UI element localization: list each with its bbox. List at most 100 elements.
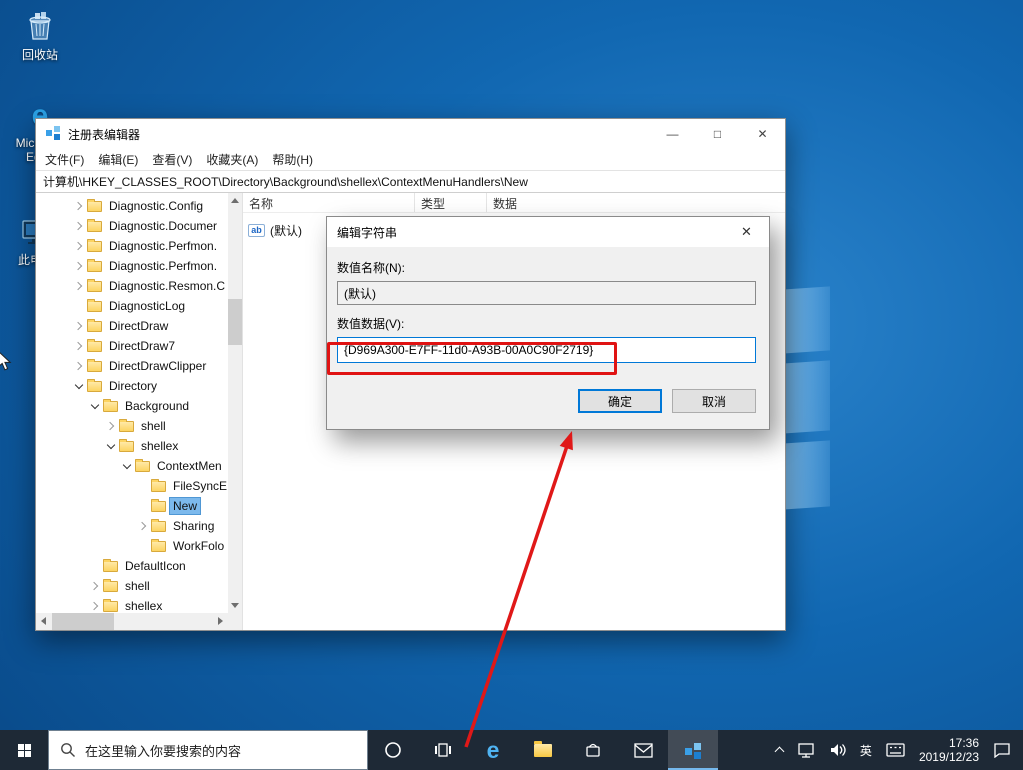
tree-node-label[interactable]: Diagnostic.Perfmon. xyxy=(106,258,220,274)
tree-node-label[interactable]: DirectDraw xyxy=(106,318,171,334)
tree-node[interactable]: DiagnosticLog xyxy=(36,296,228,316)
tree-node[interactable]: DirectDraw xyxy=(36,316,228,336)
taskbar-task-view-button[interactable] xyxy=(418,730,468,770)
tree-node[interactable]: shellex xyxy=(36,436,228,456)
tree-node-label[interactable]: Diagnostic.Resmon.C xyxy=(106,278,228,294)
scroll-up-icon[interactable] xyxy=(231,198,239,203)
address-bar[interactable]: 计算机\HKEY_CLASSES_ROOT\Directory\Backgrou… xyxy=(36,170,785,193)
value-name-field[interactable] xyxy=(337,281,756,305)
chevron-down-icon[interactable] xyxy=(91,400,99,408)
scroll-down-icon[interactable] xyxy=(231,603,239,608)
volume-icon[interactable] xyxy=(829,742,846,758)
tree-vertical-scrollbar[interactable] xyxy=(228,193,242,613)
maximize-button[interactable]: □ xyxy=(695,119,740,149)
chevron-right-icon[interactable] xyxy=(74,342,82,350)
network-icon[interactable] xyxy=(797,742,815,758)
tree-node-label[interactable]: shell xyxy=(122,578,153,594)
tree-node-label[interactable]: Directory xyxy=(106,378,160,394)
taskbar-edge-button[interactable]: e xyxy=(468,730,518,770)
close-button[interactable]: ✕ xyxy=(740,119,785,149)
tree-horizontal-scrollbar[interactable] xyxy=(36,613,228,630)
value-data-field[interactable] xyxy=(337,337,756,363)
chevron-down-icon[interactable] xyxy=(107,440,115,448)
tree-node[interactable]: shell xyxy=(36,416,228,436)
tree-node-label[interactable]: Diagnostic.Documer xyxy=(106,218,220,234)
cancel-button[interactable]: 取消 xyxy=(672,389,756,413)
tree-node[interactable]: Diagnostic.Perfmon. xyxy=(36,256,228,276)
dialog-title-bar[interactable]: 编辑字符串 ✕ xyxy=(327,217,769,247)
tree-node[interactable]: Diagnostic.Documer xyxy=(36,216,228,236)
scroll-right-icon[interactable] xyxy=(218,617,223,625)
taskbar-file-explorer-button[interactable] xyxy=(518,730,568,770)
tree-node-label[interactable]: Sharing xyxy=(170,518,217,534)
horizontal-scroll-thumb[interactable] xyxy=(52,613,114,630)
tree-node[interactable]: Sharing xyxy=(36,516,228,536)
tree-node-label[interactable]: shellex xyxy=(122,598,165,614)
touch-keyboard-icon[interactable] xyxy=(886,743,905,757)
tree-node-label[interactable]: New xyxy=(170,498,200,514)
chevron-right-icon[interactable] xyxy=(90,582,98,590)
column-header[interactable]: 类型 xyxy=(415,193,487,212)
tree-node[interactable]: Background xyxy=(36,396,228,416)
tree-node-label[interactable]: Diagnostic.Perfmon. xyxy=(106,238,220,254)
chevron-right-icon[interactable] xyxy=(74,282,82,290)
tree-node-label[interactable]: ContextMen xyxy=(154,458,225,474)
tree-node-label[interactable]: shell xyxy=(138,418,169,434)
taskbar-clock[interactable]: 17:36 2019/12/23 xyxy=(919,736,979,764)
tree-node[interactable]: DirectDrawClipper xyxy=(36,356,228,376)
tree-node[interactable]: WorkFolo xyxy=(36,536,228,556)
menu-item[interactable]: 帮助(H) xyxy=(265,149,320,170)
tree-node-label[interactable]: Background xyxy=(122,398,192,414)
taskbar-mail-button[interactable] xyxy=(618,730,668,770)
tree-node[interactable]: Directory xyxy=(36,376,228,396)
input-language-indicator[interactable]: 英 xyxy=(860,742,872,759)
dialog-close-button[interactable]: ✕ xyxy=(724,217,769,247)
chevron-right-icon[interactable] xyxy=(138,522,146,530)
chevron-right-icon[interactable] xyxy=(74,222,82,230)
menu-item[interactable]: 查看(V) xyxy=(145,149,199,170)
chevron-right-icon[interactable] xyxy=(74,322,82,330)
tree-node[interactable]: DefaultIcon xyxy=(36,556,228,576)
tree-node[interactable]: shell xyxy=(36,576,228,596)
chevron-right-icon[interactable] xyxy=(74,362,82,370)
tree-node[interactable]: DirectDraw7 xyxy=(36,336,228,356)
title-bar[interactable]: 注册表编辑器 — □ ✕ xyxy=(36,119,785,149)
start-button[interactable] xyxy=(0,730,48,770)
tree-node[interactable]: New xyxy=(36,496,228,516)
taskbar-cortana-button[interactable] xyxy=(368,730,418,770)
tree-node[interactable]: ContextMen xyxy=(36,456,228,476)
desktop-icon-recycle-bin[interactable]: 回收站 xyxy=(12,8,68,63)
column-header[interactable]: 数据 xyxy=(487,193,785,212)
tree-node-label[interactable]: DiagnosticLog xyxy=(106,298,188,314)
chevron-right-icon[interactable] xyxy=(74,262,82,270)
chevron-down-icon[interactable] xyxy=(75,380,83,388)
minimize-button[interactable]: — xyxy=(650,119,695,149)
menu-item[interactable]: 文件(F) xyxy=(38,149,91,170)
taskbar-search[interactable]: 在这里输入你要搜索的内容 xyxy=(48,730,368,770)
taskbar-regedit-button[interactable] xyxy=(668,730,718,770)
tree-node-label[interactable]: DefaultIcon xyxy=(122,558,189,574)
chevron-right-icon[interactable] xyxy=(90,602,98,610)
chevron-down-icon[interactable] xyxy=(123,460,131,468)
menu-item[interactable]: 编辑(E) xyxy=(91,149,145,170)
tree-node-label[interactable]: DirectDrawClipper xyxy=(106,358,209,374)
chevron-right-icon[interactable] xyxy=(74,202,82,210)
vertical-scroll-thumb[interactable] xyxy=(228,299,242,345)
tree-node[interactable]: Diagnostic.Perfmon. xyxy=(36,236,228,256)
menu-item[interactable]: 收藏夹(A) xyxy=(199,149,265,170)
tree-node[interactable]: FileSyncE xyxy=(36,476,228,496)
column-header[interactable]: 名称 xyxy=(243,193,415,212)
tree-node[interactable]: Diagnostic.Resmon.C xyxy=(36,276,228,296)
tree-node-label[interactable]: shellex xyxy=(138,438,181,454)
scroll-left-icon[interactable] xyxy=(41,617,46,625)
tree-node-label[interactable]: Diagnostic.Config xyxy=(106,198,206,214)
taskbar-store-button[interactable] xyxy=(568,730,618,770)
tray-expand-icon[interactable] xyxy=(774,747,784,757)
chevron-right-icon[interactable] xyxy=(74,242,82,250)
ok-button[interactable]: 确定 xyxy=(578,389,662,413)
action-center-icon[interactable] xyxy=(993,742,1011,758)
chevron-right-icon[interactable] xyxy=(106,422,114,430)
tree-node-label[interactable]: FileSyncE xyxy=(170,478,230,494)
tree-node-label[interactable]: WorkFolo xyxy=(170,538,227,554)
tree-node-label[interactable]: DirectDraw7 xyxy=(106,338,178,354)
